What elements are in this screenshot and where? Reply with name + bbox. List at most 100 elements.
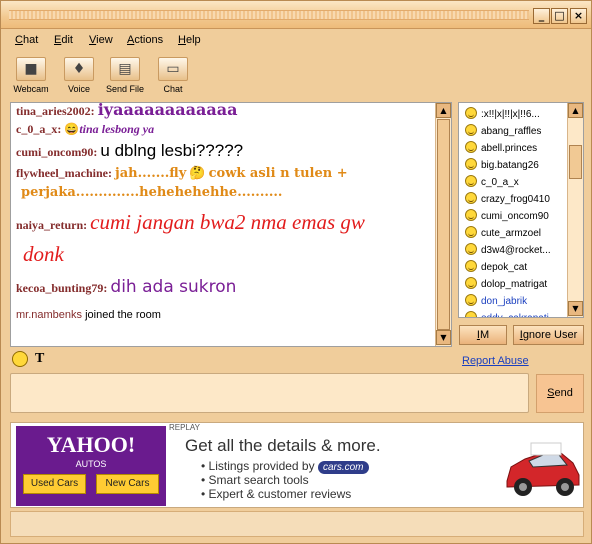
laughing-emoticon-icon: 😄: [64, 122, 80, 136]
list-item[interactable]: big.batang26: [465, 158, 539, 175]
message-text: cumi jangan bwa2 nma emas gw: [90, 210, 365, 234]
list-item[interactable]: c_0_a_x: [465, 175, 519, 192]
message-text: cowk asli n tulen +: [208, 166, 348, 181]
chat-message-continued: perjaka..............hehehehehhe........…: [21, 185, 282, 200]
message-text: iyaaaaaaaaaaaa: [97, 102, 238, 119]
chat-message: c_0_a_x: 😄tina lesbong ya: [16, 122, 154, 137]
ad-bullet: Smart search tools: [201, 473, 369, 487]
report-abuse-link[interactable]: Report Abuse: [462, 355, 529, 367]
list-item[interactable]: dolop_matrigat: [465, 277, 547, 294]
list-item[interactable]: depok_cat: [465, 260, 527, 277]
status-bar: [10, 511, 584, 537]
chat-button[interactable]: ▭ Chat: [151, 55, 195, 95]
message-nick: cumi_oncom90:: [16, 145, 98, 159]
user-smiley-icon: [465, 124, 477, 136]
used-cars-button[interactable]: Used Cars: [23, 474, 86, 494]
emoticon-picker-icon[interactable]: [12, 351, 28, 367]
voice-label: Voice: [67, 84, 91, 94]
chat-message: tina_aries2002: iyaaaaaaaaaaaa: [16, 102, 238, 119]
minimize-button[interactable]: _: [533, 8, 550, 24]
user-smiley-icon: [465, 158, 477, 170]
message-text: joined the room: [85, 309, 161, 321]
cars-com-logo: cars.com: [317, 461, 369, 474]
scroll-down-arrow-icon[interactable]: ▼: [568, 301, 583, 316]
yahoo-autos-panel: YAHOO! AUTOS Used Cars New Cars: [16, 426, 166, 506]
ad-banner[interactable]: YAHOO! AUTOS Used Cars New Cars REPLAY G…: [10, 422, 584, 508]
close-button[interactable]: ×: [570, 8, 587, 24]
ad-headline: Get all the details & more.: [185, 436, 381, 455]
list-item[interactable]: crazy_frog0410: [465, 192, 550, 209]
thinking-emoticon-icon: 🤔: [189, 165, 206, 180]
chat-message: cumi_oncom90: u dblng lesbi?????: [16, 141, 243, 161]
maximize-button[interactable]: □: [551, 8, 568, 24]
microphone-icon: ♦: [64, 57, 94, 81]
webcam-label: Webcam: [13, 84, 49, 94]
list-item[interactable]: cute_armzoel: [465, 226, 541, 243]
ad-bullet: Expert & customer reviews: [201, 487, 369, 501]
list-item[interactable]: abell.princes: [465, 141, 537, 158]
user-smiley-icon: [465, 226, 477, 238]
title-bar[interactable]: _ □ ×: [1, 1, 591, 29]
webcam-button[interactable]: ■ Webcam: [9, 55, 53, 95]
user-smiley-icon: [465, 175, 477, 187]
list-item[interactable]: d3w4@rocket...: [465, 243, 551, 260]
ad-replay-link[interactable]: REPLAY: [169, 423, 200, 432]
message-text: perjaka..............hehehehehhe........…: [21, 185, 283, 200]
user-smiley-icon: [465, 107, 477, 119]
webcam-icon: ■: [16, 57, 46, 81]
user-smiley-icon: [465, 260, 477, 272]
list-item[interactable]: eddy_cakrapati: [465, 311, 549, 317]
message-text: u dblng lesbi?????: [100, 141, 244, 160]
new-cars-button[interactable]: New Cars: [96, 474, 159, 494]
title-bar-texture: [9, 10, 529, 20]
list-item[interactable]: abang_raffles: [465, 124, 541, 141]
scroll-up-arrow-icon[interactable]: ▲: [568, 103, 583, 118]
yahoo-logo: YAHOO!: [46, 432, 136, 457]
message-text: donk: [23, 242, 64, 266]
ad-bullet: Listings provided by cars.com: [201, 459, 369, 474]
user-smiley-icon: [465, 311, 477, 317]
user-smiley-icon: [465, 192, 477, 204]
send-button[interactable]: Send: [536, 374, 584, 413]
message-text: lesbong ya: [101, 122, 155, 136]
list-item[interactable]: don_jabrik: [465, 294, 527, 311]
scroll-up-arrow-icon[interactable]: ▲: [436, 103, 451, 118]
list-item[interactable]: :x!!|x|!!|x|!!6...: [465, 107, 540, 124]
menu-actions[interactable]: Actions: [127, 34, 163, 46]
scroll-down-arrow-icon[interactable]: ▼: [436, 330, 451, 345]
message-input[interactable]: [10, 373, 529, 413]
chat-transcript[interactable]: tina_aries2002: iyaaaaaaaaaaaa c_0_a_x: …: [10, 102, 452, 347]
toolbar: ■ Webcam ♦ Voice ▤ Send File ▭ Chat: [7, 55, 587, 99]
chat-message: flywheel_machine: jah.......fly 🤔 cowk a…: [16, 165, 348, 181]
message-text: tina: [79, 122, 99, 136]
menu-view[interactable]: View: [89, 34, 113, 46]
user-smiley-icon: [465, 277, 477, 289]
scroll-thumb[interactable]: [569, 145, 582, 179]
im-button[interactable]: IM: [459, 325, 507, 345]
menu-bar: Chat Edit View Actions Help: [1, 31, 591, 51]
scroll-thumb[interactable]: [437, 119, 450, 330]
list-item[interactable]: cumi_oncom90: [465, 209, 549, 226]
user-list[interactable]: :x!!|x|!!|x|!!6... abang_raffles abell.p…: [458, 102, 584, 318]
message-text: dih ada sukron: [110, 277, 237, 297]
menu-help[interactable]: Help: [178, 34, 201, 46]
user-smiley-icon: [465, 243, 477, 255]
chat-message-continued: donk: [23, 242, 64, 267]
menu-edit[interactable]: Edit: [54, 34, 73, 46]
ignore-user-button[interactable]: Ignore User: [513, 325, 584, 345]
user-list-scrollbar[interactable]: ▲ ▼: [567, 103, 583, 317]
autos-label: AUTOS: [75, 459, 107, 469]
system-message: mr.nambenks joined the room: [16, 309, 161, 321]
chat-bubble-icon: ▭: [158, 57, 188, 81]
message-nick: tina_aries2002:: [16, 104, 95, 118]
red-car-image: [506, 442, 580, 496]
voice-button[interactable]: ♦ Voice: [57, 55, 101, 95]
chat-label: Chat: [163, 84, 183, 94]
user-smiley-icon: [465, 209, 477, 221]
text-style-icon[interactable]: T: [35, 351, 51, 367]
message-nick: naiya_return:: [16, 218, 88, 232]
chat-scrollbar[interactable]: ▲ ▼: [435, 103, 451, 346]
message-nick: c_0_a_x:: [16, 122, 62, 136]
menu-chat[interactable]: Chat: [15, 34, 38, 46]
send-file-button[interactable]: ▤ Send File: [103, 55, 147, 95]
